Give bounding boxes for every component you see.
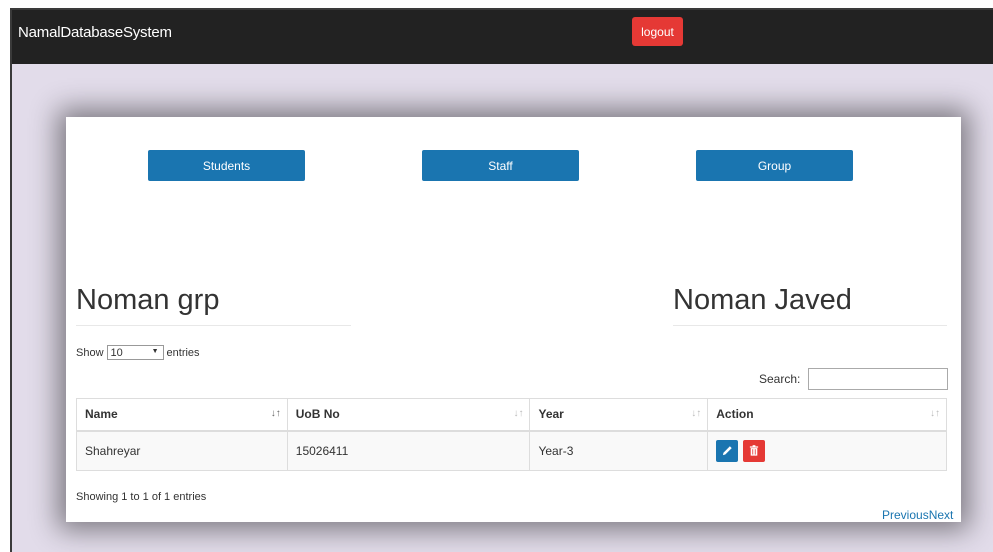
delete-button[interactable] — [742, 439, 765, 462]
pencil-icon — [722, 446, 732, 456]
cell-action — [707, 430, 947, 471]
divider — [76, 325, 351, 326]
logout-button[interactable]: logout — [632, 17, 683, 46]
column-header-label: UoB No — [295, 407, 340, 422]
column-header-label: Action — [716, 407, 754, 422]
cell-year: Year-3 — [529, 430, 709, 471]
show-label: Show — [76, 346, 104, 359]
column-header-name[interactable]: Name ↓↑ — [76, 398, 288, 432]
students-button[interactable]: Students — [148, 150, 305, 181]
cell-name: Shahreyar — [76, 430, 288, 471]
brand-title[interactable]: NamalDatabaseSystem — [18, 24, 172, 41]
staff-button[interactable]: Staff — [422, 150, 579, 181]
column-header-year[interactable]: Year ↓↑ — [529, 398, 709, 432]
cell-uob-no: 15026411 — [286, 430, 531, 471]
next-page-link[interactable]: Next — [929, 508, 954, 522]
search-input[interactable] — [808, 368, 949, 390]
column-header-uob-no[interactable]: UoB No ↓↑ — [286, 398, 531, 432]
entries-label: entries — [166, 346, 200, 359]
members-table: Name ↓↑ UoB No ↓↑ Year ↓↑ Action ↓↑ Shah… — [76, 398, 947, 471]
sort-icon: ↓↑ — [930, 408, 940, 419]
group-name-heading: Noman grp — [76, 284, 220, 316]
group-button[interactable]: Group — [696, 150, 853, 181]
edit-button[interactable] — [716, 439, 739, 462]
chevron-down-icon: ▼ — [151, 348, 159, 355]
column-header-label: Year — [538, 407, 564, 422]
column-header-label: Name — [85, 407, 118, 422]
entries-select-value: 10 — [110, 346, 123, 359]
table-row: Shahreyar 15026411 Year-3 — [76, 430, 947, 471]
search-label: Search: — [759, 372, 801, 386]
main-card: Students Staff Group Noman grp Noman Jav… — [66, 117, 961, 522]
divider — [673, 325, 947, 326]
entries-select[interactable]: 10 ▼ — [106, 345, 164, 360]
table-info: Showing 1 to 1 of 1 entries — [76, 491, 207, 503]
previous-page-link[interactable]: Previous — [882, 508, 929, 522]
trash-icon — [749, 445, 758, 456]
sort-icon: ↓↑ — [513, 408, 524, 419]
supervisor-name-heading: Noman Javed — [673, 284, 852, 316]
entries-length-control: Show 10 ▼ entries — [76, 345, 200, 360]
sort-ascending-icon: ↓↑ — [270, 408, 281, 419]
column-header-action[interactable]: Action ↓↑ — [707, 398, 947, 432]
app-frame: NamalDatabaseSystem logout Students Staf… — [10, 8, 993, 552]
pagination: PreviousNext — [882, 508, 953, 522]
table-header-row: Name ↓↑ UoB No ↓↑ Year ↓↑ Action ↓↑ — [76, 398, 947, 432]
navbar: NamalDatabaseSystem logout — [12, 10, 993, 64]
sort-icon: ↓↑ — [691, 408, 702, 419]
table-search: Search: — [759, 368, 949, 390]
